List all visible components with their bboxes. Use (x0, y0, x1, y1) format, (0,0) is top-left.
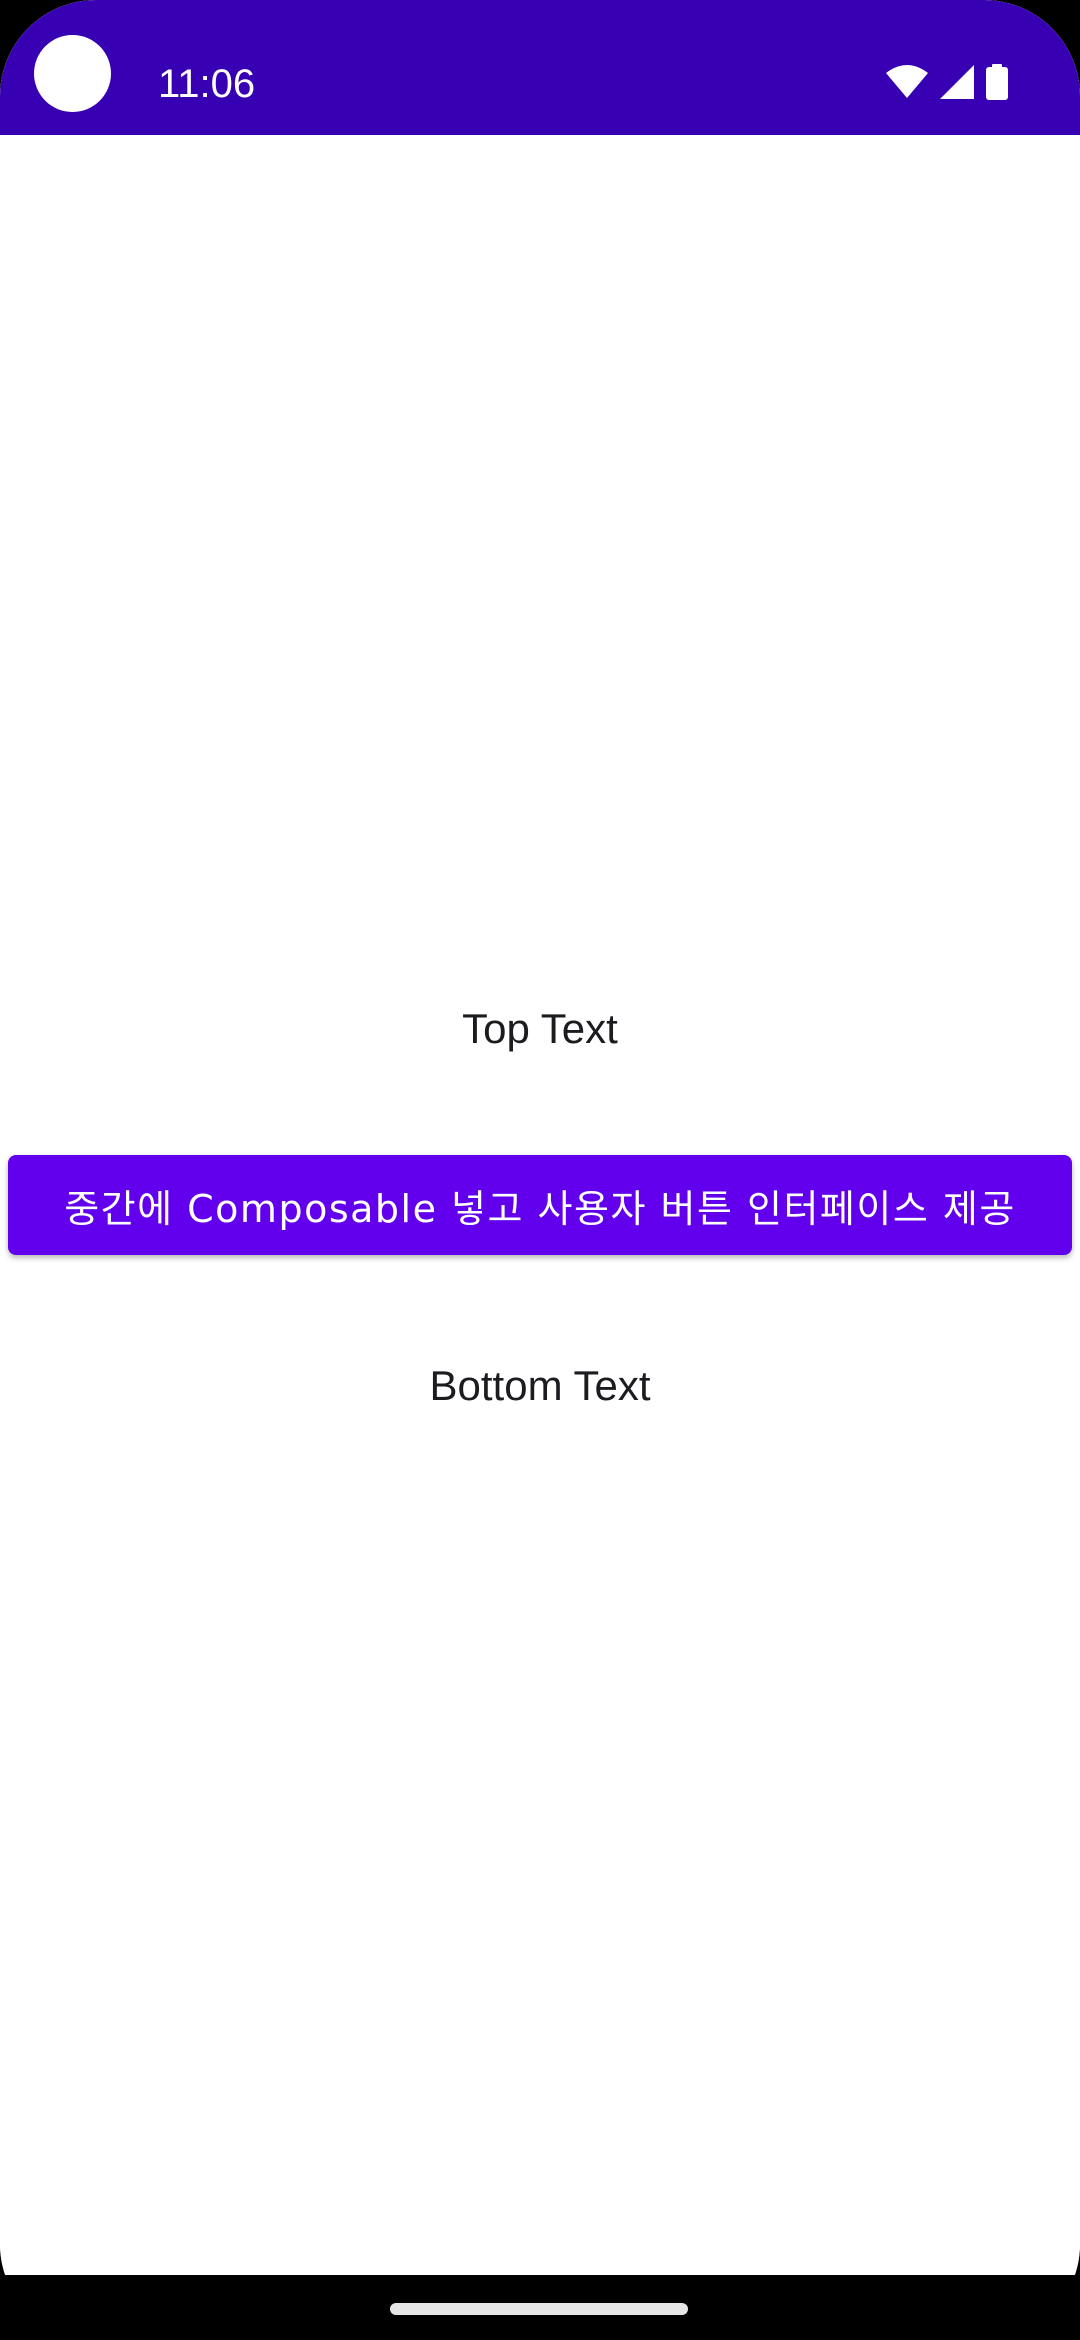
middle-composable-button[interactable]: 중간에 Composable 넣고 사용자 버튼 인터페이스 제공 (8, 1155, 1072, 1255)
bottom-text: Bottom Text (429, 1362, 651, 1409)
status-bar: 11:06 (0, 0, 1080, 135)
status-icons (886, 62, 1008, 102)
status-clock: 11:06 (158, 62, 256, 106)
camera-cutout (34, 35, 111, 112)
battery-icon (986, 64, 1008, 100)
phone-screen: 11:06 Top Text 중간에 Composable 넣고 사용자 버튼 … (0, 0, 1080, 2340)
cellular-signal-icon (940, 65, 974, 99)
main-content: Top Text 중간에 Composable 넣고 사용자 버튼 인터페이스 … (0, 135, 1080, 2275)
top-text: Top Text (462, 1005, 618, 1052)
wifi-icon (886, 65, 928, 99)
home-indicator[interactable] (390, 2303, 688, 2315)
